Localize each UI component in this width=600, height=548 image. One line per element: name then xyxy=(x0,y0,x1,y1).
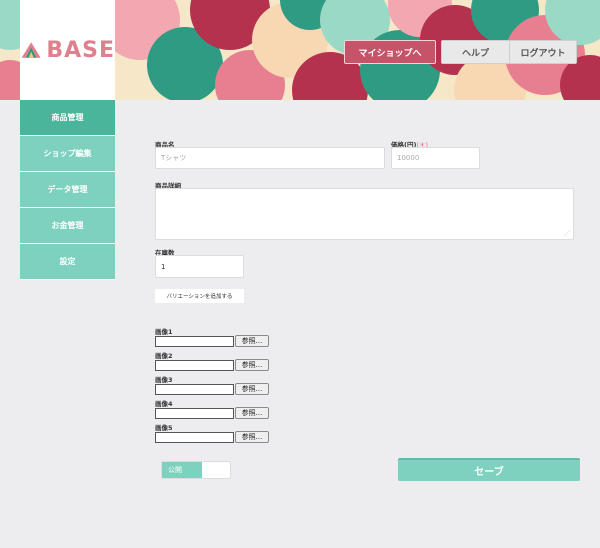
product-name-value: Tシャツ xyxy=(161,154,187,162)
sidebar-item-data[interactable]: データ管理 xyxy=(20,172,115,207)
publish-toggle[interactable]: 公開 xyxy=(161,461,231,479)
add-variation-button[interactable]: バリエーションを追加する xyxy=(155,289,244,303)
sidebar: 商品管理 ショップ編集 データ管理 お金管理 設定 xyxy=(20,100,115,280)
sidebar-item-shop-edit[interactable]: ショップ編集 xyxy=(20,136,115,171)
image-label-5: 画像5 xyxy=(155,424,173,432)
image-label-2: 画像2 xyxy=(155,352,173,360)
product-detail-textarea[interactable]: ⋰ xyxy=(155,188,574,240)
price-input[interactable]: 10000 xyxy=(391,147,480,169)
browse-button-1[interactable]: 参照... xyxy=(235,335,269,347)
resize-grip-icon[interactable]: ⋰ xyxy=(564,230,570,237)
image-file-input-2[interactable] xyxy=(155,360,234,371)
browse-button-2[interactable]: 参照... xyxy=(235,359,269,371)
product-name-input[interactable]: Tシャツ xyxy=(155,147,385,169)
image-label-1: 画像1 xyxy=(155,328,173,336)
image-label-3: 画像3 xyxy=(155,376,173,384)
browse-button-5[interactable]: 参照... xyxy=(235,431,269,443)
sidebar-item-settings[interactable]: 設定 xyxy=(20,244,115,279)
logo[interactable]: BASE xyxy=(20,0,115,100)
image-file-input-5[interactable] xyxy=(155,432,234,443)
image-file-input-1[interactable] xyxy=(155,336,234,347)
tent-logo-icon xyxy=(21,42,41,58)
help-button[interactable]: ヘルプ xyxy=(441,40,510,64)
browse-button-4[interactable]: 参照... xyxy=(235,407,269,419)
publish-toggle-label: 公開 xyxy=(162,462,202,478)
sidebar-item-money[interactable]: お金管理 xyxy=(20,208,115,243)
sidebar-item-products[interactable]: 商品管理 xyxy=(20,100,115,135)
image-label-4: 画像4 xyxy=(155,400,173,408)
stock-value: 1 xyxy=(161,262,166,271)
logo-text: BASE xyxy=(46,37,115,63)
image-file-input-4[interactable] xyxy=(155,408,234,419)
logout-button[interactable]: ログアウト xyxy=(509,40,577,64)
price-value: 10000 xyxy=(397,154,420,162)
my-shop-button[interactable]: マイショップへ xyxy=(344,40,436,64)
browse-button-3[interactable]: 参照... xyxy=(235,383,269,395)
save-button[interactable]: セーブ xyxy=(398,458,580,481)
stock-input[interactable]: 1 xyxy=(155,255,244,278)
image-file-input-3[interactable] xyxy=(155,384,234,395)
